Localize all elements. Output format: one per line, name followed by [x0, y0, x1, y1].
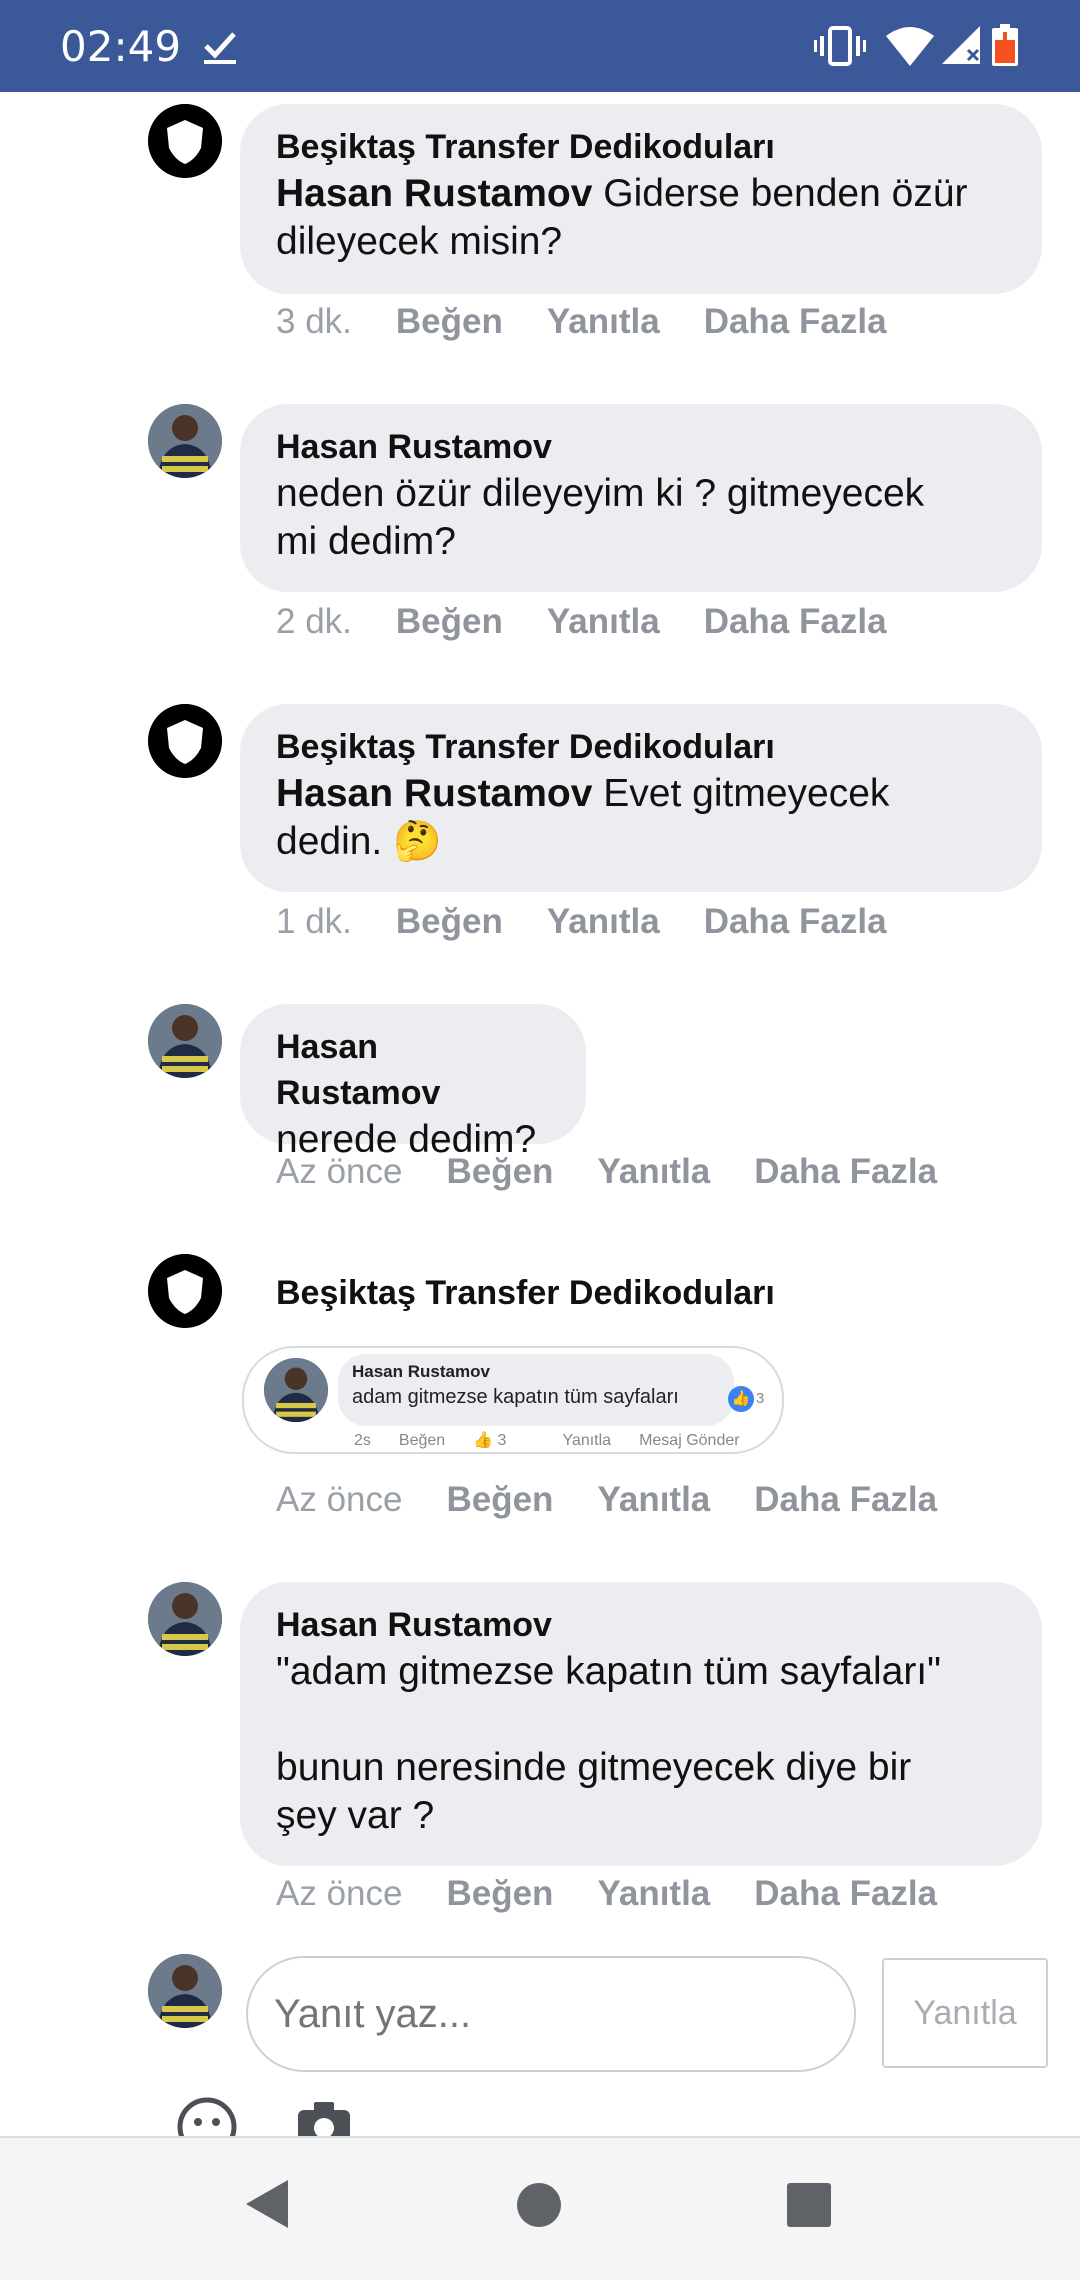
comment-author[interactable]: Beşiktaş Transfer Dedikoduları: [276, 124, 1006, 170]
user-photo-icon: [264, 1358, 328, 1422]
comment-text: "adam gitmezse kapatın tüm sayfaları" bu…: [276, 1650, 941, 1837]
shield-logo-icon: [148, 704, 222, 778]
mini-reaction: 👍 3: [728, 1386, 764, 1412]
comment-bubble[interactable]: Hasan Rustamov neden özür dileyeyim ki ?…: [240, 404, 1042, 592]
embedded-screenshot[interactable]: Hasan Rustamov adam gitmezse kapatın tüm…: [242, 1346, 784, 1454]
comment-actions: 3 dk. Beğen Yanıtla Daha Fazla: [276, 302, 931, 342]
mini-comment-bubble: Hasan Rustamov adam gitmezse kapatın tüm…: [338, 1354, 734, 1426]
like-button[interactable]: Beğen: [446, 1480, 553, 1519]
shield-logo-icon: [148, 1254, 222, 1328]
comment-actions: Az önce Beğen Yanıtla Daha Fazla: [276, 1480, 981, 1520]
comment-author[interactable]: Hasan Rustamov: [276, 1024, 550, 1116]
vibrate-icon: [814, 26, 866, 66]
more-button[interactable]: Daha Fazla: [704, 602, 887, 641]
comment-author[interactable]: Hasan Rustamov: [276, 424, 1006, 470]
signal-icon: [942, 26, 980, 64]
like-button[interactable]: Beğen: [396, 902, 503, 941]
comment-author[interactable]: Beşiktaş Transfer Dedikoduları: [276, 1270, 775, 1316]
recents-icon[interactable]: [786, 2182, 832, 2228]
user-avatar[interactable]: [148, 1582, 222, 1656]
user-avatar[interactable]: [148, 1004, 222, 1078]
mini-actions: 2s Beğen 👍 3 Yanıtla Mesaj Gönder: [354, 1432, 740, 1449]
check-icon: [204, 32, 236, 64]
status-bar: 02:49: [0, 0, 1080, 92]
comment-text: Hasan Rustamov Giderse benden özür diley…: [276, 172, 968, 263]
more-button[interactable]: Daha Fazla: [754, 1152, 937, 1191]
shield-logo-icon: [148, 104, 222, 178]
mini-avatar: [264, 1358, 328, 1422]
mini-text: adam gitmezse kapatın tüm sayfaları: [352, 1386, 679, 1408]
comment-bubble[interactable]: Beşiktaş Transfer Dedikoduları Hasan Rus…: [240, 704, 1042, 892]
reply-input[interactable]: [246, 1956, 856, 2072]
comment-bubble[interactable]: Hasan Rustamov nerede dedim?: [240, 1004, 586, 1161]
navigation-bar: [0, 2138, 1080, 2280]
comment-author[interactable]: Beşiktaş Transfer Dedikoduları: [276, 724, 1006, 770]
reply-button[interactable]: Yanıtla: [547, 902, 660, 941]
like-button[interactable]: Beğen: [446, 1874, 553, 1913]
user-avatar[interactable]: [148, 404, 222, 478]
more-button[interactable]: Daha Fazla: [754, 1480, 937, 1519]
page-avatar[interactable]: [148, 104, 222, 178]
page-avatar[interactable]: [148, 704, 222, 778]
comment-text: Hasan Rustamov Evet gitmeyecek dedin. 🤔: [276, 772, 890, 863]
more-button[interactable]: Daha Fazla: [704, 302, 887, 341]
comment-actions: Az önce Beğen Yanıtla Daha Fazla: [276, 1152, 981, 1192]
reply-button[interactable]: Yanıtla: [597, 1480, 710, 1519]
like-button[interactable]: Beğen: [396, 302, 503, 341]
comment-time: 2 dk.: [276, 602, 352, 641]
like-button[interactable]: Beğen: [396, 602, 503, 641]
wifi-icon: [886, 27, 934, 66]
user-photo-icon: [148, 404, 222, 478]
comment-actions: 1 dk. Beğen Yanıtla Daha Fazla: [276, 902, 931, 942]
comment-time: Az önce: [276, 1874, 403, 1913]
back-icon[interactable]: [244, 2178, 290, 2230]
emoji-icon[interactable]: [176, 2096, 238, 2136]
reply-button[interactable]: Yanıtla: [547, 302, 660, 341]
status-time: 02:49: [60, 22, 182, 71]
comment-bubble[interactable]: Beşiktaş Transfer Dedikoduları Hasan Rus…: [240, 104, 1042, 294]
reply-button[interactable]: Yanıtla: [547, 602, 660, 641]
mini-author: Hasan Rustamov: [352, 1362, 490, 1381]
more-button[interactable]: Daha Fazla: [754, 1874, 937, 1913]
comment-bubble[interactable]: Hasan Rustamov "adam gitmezse kapatın tü…: [240, 1582, 1042, 1866]
camera-icon[interactable]: [296, 2096, 352, 2136]
reply-button[interactable]: Yanıtla: [597, 1874, 710, 1913]
comment-time: 1 dk.: [276, 902, 352, 941]
mention[interactable]: Hasan Rustamov: [276, 172, 592, 215]
user-photo-icon: [148, 1004, 222, 1078]
comment-author[interactable]: Hasan Rustamov: [276, 1602, 1006, 1648]
comment-actions: 2 dk. Beğen Yanıtla Daha Fazla: [276, 602, 931, 642]
battery-low-icon: [992, 24, 1018, 66]
comment-time: Az önce: [276, 1152, 403, 1191]
comment-time: Az önce: [276, 1480, 403, 1519]
more-button[interactable]: Daha Fazla: [704, 902, 887, 941]
submit-reply-button[interactable]: Yanıtla: [882, 1958, 1048, 2068]
home-icon[interactable]: [516, 2182, 562, 2228]
like-reaction-icon: 👍: [728, 1386, 754, 1412]
reply-button[interactable]: Yanıtla: [597, 1152, 710, 1191]
comment-actions: Az önce Beğen Yanıtla Daha Fazla: [276, 1874, 981, 1914]
user-photo-icon: [148, 1954, 222, 2028]
my-avatar: [148, 1954, 222, 2028]
user-photo-icon: [148, 1582, 222, 1656]
comment-text: neden özür dileyeyim ki ? gitmeyecek mi …: [276, 472, 925, 563]
page-avatar[interactable]: [148, 1254, 222, 1328]
like-button[interactable]: Beğen: [446, 1152, 553, 1191]
comment-time: 3 dk.: [276, 302, 352, 341]
mention[interactable]: Hasan Rustamov: [276, 772, 592, 815]
